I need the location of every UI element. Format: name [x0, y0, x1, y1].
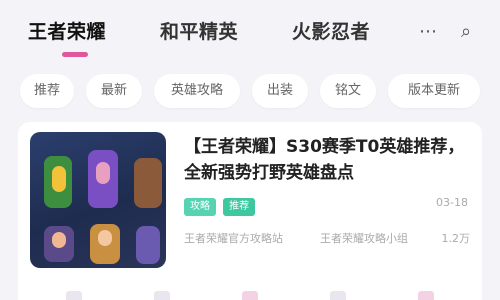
chip-hero-guide[interactable]: 英雄攻略: [154, 74, 240, 108]
share-icon[interactable]: [66, 291, 82, 300]
favorite-icon[interactable]: [330, 291, 346, 300]
top-tab-bar: 王者荣耀 和平精英 火影忍者 ⋯ ⌕: [0, 0, 500, 64]
more-icon[interactable]: ⋯: [418, 18, 438, 46]
tab-huoying[interactable]: 火影忍者: [292, 18, 370, 46]
article-meta: 王者荣耀官方攻略站 王者荣耀攻略小组 1.2万: [184, 230, 470, 250]
article-date: 03-18: [436, 196, 468, 209]
search-icon[interactable]: ⌕: [452, 18, 480, 46]
chip-recommend[interactable]: 推荐: [20, 74, 74, 108]
article-tags: 攻略 推荐: [184, 194, 257, 216]
article-view-count: 1.2万: [441, 232, 471, 245]
tag-badge: 攻略: [184, 198, 216, 216]
card-action-bar: [30, 282, 470, 300]
filter-chip-row: 推荐 最新 英雄攻略 出装 铭文 版本更新: [0, 74, 500, 110]
article-card[interactable]: 【王者荣耀】S30赛季T0英雄推荐，全新强势打野英雄盘点 攻略 推荐 03-18…: [18, 122, 482, 300]
like-icon[interactable]: [242, 291, 258, 300]
chip-version-update[interactable]: 版本更新: [388, 74, 480, 108]
comment-icon[interactable]: [154, 291, 170, 300]
active-tab-indicator: [62, 52, 88, 57]
article-title[interactable]: 【王者荣耀】S30赛季T0英雄推荐，全新强势打野英雄盘点: [184, 134, 470, 186]
tab-wangzhe[interactable]: 王者荣耀: [28, 18, 106, 46]
article-thumbnail[interactable]: [30, 132, 166, 268]
chip-inscription[interactable]: 铭文: [320, 74, 376, 108]
article-source: 王者荣耀官方攻略站: [184, 232, 283, 245]
chip-equipment[interactable]: 出装: [252, 74, 308, 108]
chip-latest[interactable]: 最新: [86, 74, 142, 108]
more-actions-icon[interactable]: [418, 291, 434, 300]
article-author: 王者荣耀攻略小组: [320, 232, 408, 245]
tag-badge: 推荐: [223, 198, 256, 216]
tab-heping[interactable]: 和平精英: [160, 18, 238, 46]
